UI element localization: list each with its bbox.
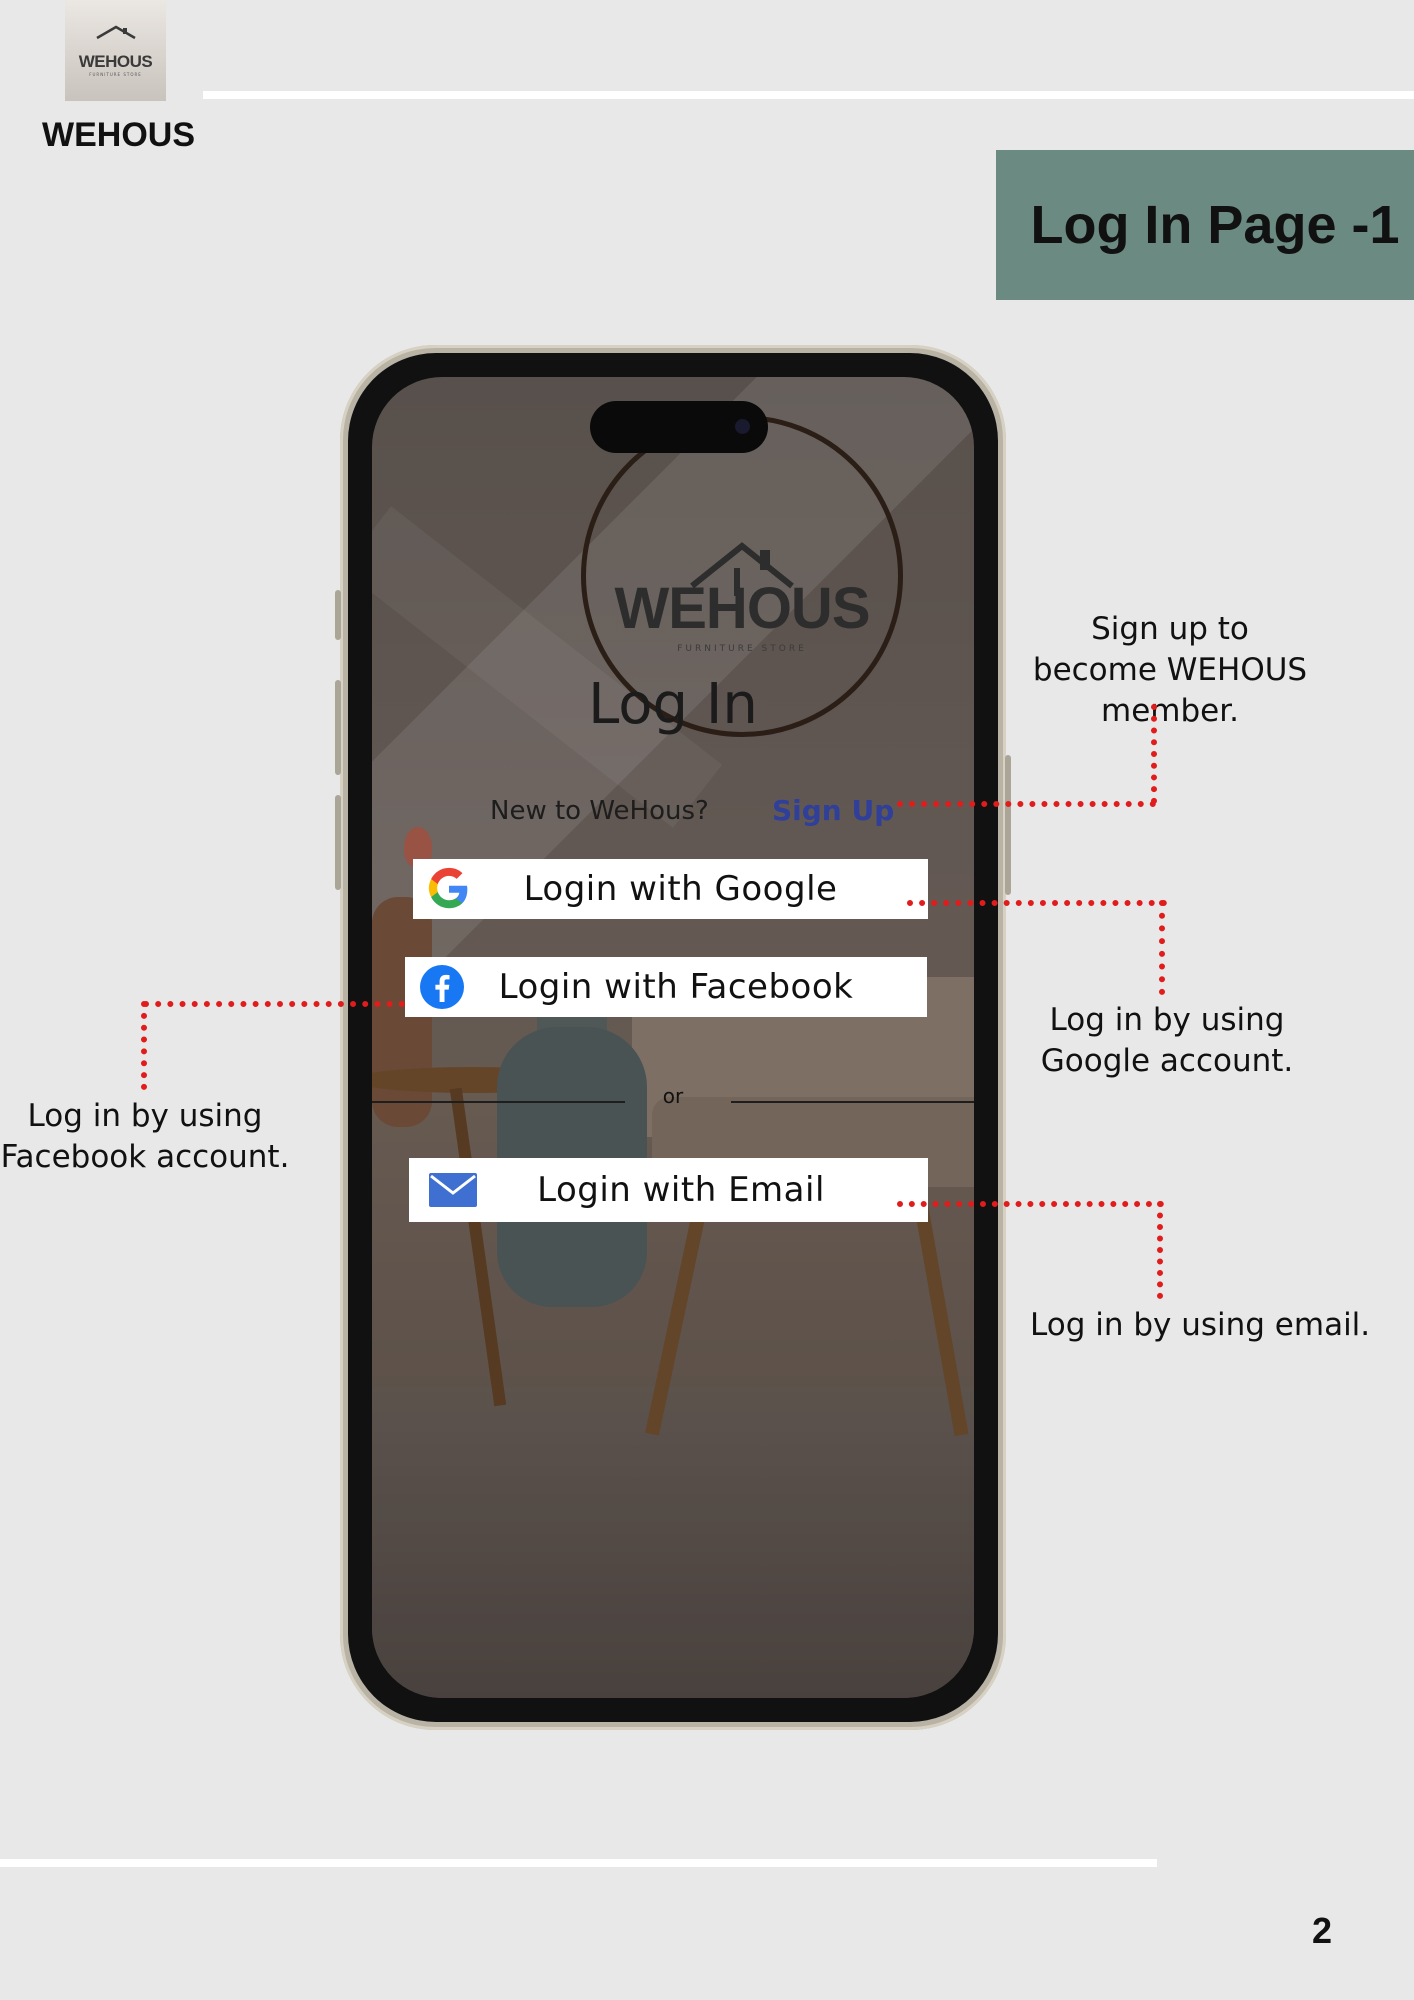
or-label: or: [662, 1084, 684, 1108]
page-title: Log In Page -1: [1030, 195, 1400, 255]
callout-facebook-line-vertical: [141, 1001, 147, 1090]
brand-name: WEHOUS: [42, 116, 195, 154]
bottom-divider: [0, 1859, 1157, 1867]
dynamic-island: [590, 401, 768, 453]
callout-google: Log in by using Google account.: [1040, 1002, 1294, 1079]
brand-logo-subtext: FURNITURE STORE: [89, 72, 142, 77]
login-facebook-label: Login with Facebook: [498, 967, 854, 1007]
phone-side-button: [335, 590, 341, 640]
callout-email-line-vertical: [1157, 1201, 1163, 1299]
login-facebook-button[interactable]: Login with Facebook: [405, 957, 927, 1017]
page-number: 2: [1312, 1910, 1333, 1951]
camera-icon: [735, 419, 750, 434]
login-email-label: Login with Email: [537, 1170, 825, 1210]
phone-bezel: WEHOUS FURNITURE STORE Log In New to WeH…: [348, 353, 998, 1722]
phone-volume-up: [335, 680, 341, 775]
callout-signup-line-horizontal: [897, 801, 1156, 807]
callout-google-line-vertical: [1159, 900, 1165, 995]
callout-facebook: Log in by using Facebook account.: [0, 1098, 290, 1175]
login-google-button[interactable]: Login with Google: [413, 859, 928, 919]
signup-link[interactable]: Sign Up: [772, 794, 894, 827]
page-title-box: Log In Page -1: [996, 150, 1414, 300]
phone-volume-down: [335, 795, 341, 890]
callout-google-line-horizontal: [907, 900, 1167, 906]
house-logo-icon: [95, 25, 136, 40]
callout-email: Log in by using email.: [1030, 1307, 1371, 1343]
phone-power-button: [1005, 755, 1011, 895]
callout-email-line-horizontal: [897, 1201, 1164, 1207]
login-google-label: Login with Google: [523, 869, 838, 909]
login-email-button[interactable]: Login with Email: [409, 1158, 928, 1222]
signup-prompt: New to WeHous?: [490, 796, 709, 826]
login-heading: Log In: [588, 672, 758, 737]
app-logo-subtext: FURNITURE STORE: [677, 644, 807, 654]
callout-facebook-line-horizontal: [143, 1001, 405, 1007]
brand-logo: WEHOUS FURNITURE STORE: [65, 0, 166, 101]
app-logo-text: WEHOUS: [614, 576, 871, 641]
brand-logo-text: WEHOUS: [78, 52, 153, 71]
callout-signup-line-vertical: [1151, 704, 1157, 804]
phone-mockup: WEHOUS FURNITURE STORE Log In New to WeH…: [335, 345, 1011, 1730]
phone-screen: WEHOUS FURNITURE STORE Log In New to WeH…: [372, 377, 974, 1698]
top-divider: [203, 91, 1414, 99]
callout-signup: Sign up to become WEHOUS member.: [1032, 611, 1308, 729]
